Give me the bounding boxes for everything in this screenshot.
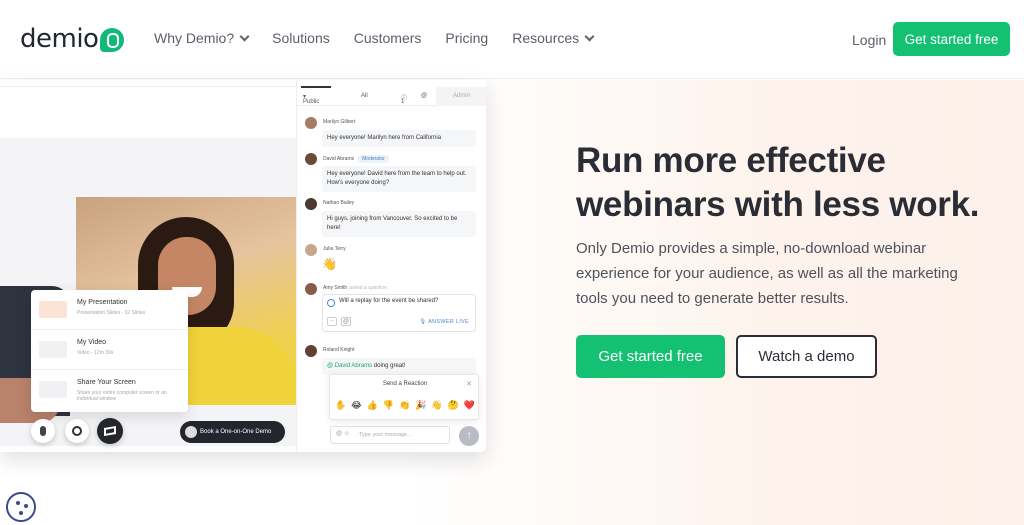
logo-text: demio xyxy=(20,24,99,54)
nav-get-started-button[interactable]: Get started free xyxy=(893,22,1010,56)
avatar-icon xyxy=(185,426,197,438)
login-link[interactable]: Login xyxy=(852,32,886,48)
share-desc: Share your entire computer screen or an … xyxy=(77,390,167,402)
share-menu: My Presentation Presentation Slides - 32… xyxy=(31,290,188,412)
avatar xyxy=(305,244,317,256)
share-video[interactable]: My Video Video - 12m 39s xyxy=(31,330,188,370)
hero-get-started-button[interactable]: Get started free xyxy=(576,335,725,378)
menu-solutions[interactable]: Solutions xyxy=(272,30,330,46)
hero-title: Run more effective webinars with less wo… xyxy=(576,141,980,224)
message-text: Hey everyone! David here from the team t… xyxy=(322,166,476,192)
avatar xyxy=(305,283,317,295)
share-title: My Video xyxy=(77,339,107,346)
question-icon xyxy=(327,299,335,307)
tab-all[interactable]: All xyxy=(361,93,368,99)
mic-button[interactable] xyxy=(31,419,55,443)
moderator-badge: Moderator xyxy=(358,155,389,163)
app-toolbar xyxy=(0,80,296,87)
share-presentation[interactable]: My Presentation Presentation Slides - 32… xyxy=(31,290,188,330)
presentation-thumbnail xyxy=(39,301,67,318)
cookie-settings-icon[interactable] xyxy=(6,492,36,522)
video-thumbnail xyxy=(39,341,67,358)
chevron-down-icon xyxy=(239,31,250,41)
share-title: Share Your Screen xyxy=(77,379,136,386)
main-menu: Why Demio? Solutions Customers Pricing R… xyxy=(154,30,617,46)
avatar xyxy=(305,345,317,357)
share-screen[interactable]: Share Your Screen Share your entire comp… xyxy=(31,370,188,412)
hero-subtitle: Only Demio provides a simple, no-downloa… xyxy=(576,240,958,307)
book-demo-button[interactable]: Book a One-on-One Demo xyxy=(180,421,285,443)
reaction-picker: Send a Reaction ✕ ✋ 😂 👍 👎 👏 🎉 👋 🤔 ❤️ xyxy=(329,374,479,420)
camera-icon xyxy=(72,426,82,436)
close-icon[interactable]: ✕ xyxy=(466,380,472,388)
share-desc: Presentation Slides - 32 Slides xyxy=(77,310,146,316)
mic-icon xyxy=(40,426,46,436)
avatar xyxy=(305,153,317,165)
message-text: Hey everyone! Marilyn here from Californ… xyxy=(322,130,476,147)
menu-customers[interactable]: Customers xyxy=(354,30,422,46)
top-navbar: demio Why Demio? Solutions Customers Pri… xyxy=(0,0,1024,79)
share-title: My Presentation xyxy=(77,299,128,306)
menu-why-demio[interactable]: Why Demio? xyxy=(154,30,250,46)
mention-icon[interactable]: @ xyxy=(341,317,351,326)
input-tools-icons[interactable]: @ ☺ xyxy=(336,431,350,437)
product-screenshot: My Presentation Presentation Slides - 32… xyxy=(0,80,486,452)
menu-pricing[interactable]: Pricing xyxy=(445,30,488,46)
active-tab-indicator xyxy=(301,86,331,88)
reaction-emoji[interactable]: ✋ xyxy=(335,400,346,411)
reaction-emoji[interactable]: 🎉 xyxy=(415,400,426,411)
watch-demo-button[interactable]: Watch a demo xyxy=(736,335,877,378)
avatar xyxy=(305,198,317,210)
monitor-icon xyxy=(39,381,67,398)
screen-share-icon xyxy=(104,425,116,437)
reaction-emoji[interactable]: 🤔 xyxy=(448,400,459,411)
answer-live-button[interactable]: 🎙 ANSWER LIVE xyxy=(419,319,469,325)
mention-tab[interactable]: @ xyxy=(421,93,427,99)
camera-button[interactable] xyxy=(65,419,89,443)
chat-panel: Public ▾ All 1 ⓘ @ Admin Marilyn Gilbert… xyxy=(296,80,486,452)
reaction-emoji[interactable]: 😂 xyxy=(351,400,362,411)
message-text: @ David Abrams doing great! xyxy=(322,358,476,375)
screen-share-button[interactable] xyxy=(97,418,123,444)
question-card: Will a replay for the event be shared? ·… xyxy=(322,294,476,332)
more-icon[interactable]: ··· xyxy=(327,317,337,326)
book-demo-label: Book a One-on-One Demo xyxy=(200,429,272,435)
chat-tabs: Public ▾ All 1 ⓘ @ Admin xyxy=(297,86,486,106)
tab-admin[interactable]: Admin xyxy=(436,87,486,106)
share-desc: Video - 12m 39s xyxy=(77,350,114,356)
reaction-emoji[interactable]: 👍 xyxy=(367,400,378,411)
reaction-emoji[interactable]: 👋 xyxy=(431,400,442,411)
reaction-emoji[interactable]: 👏 xyxy=(399,400,410,411)
reaction-list: ✋ 😂 👍 👎 👏 🎉 👋 🤔 ❤️ xyxy=(335,400,475,411)
chevron-down-icon xyxy=(584,31,595,41)
send-button[interactable]: ↑ xyxy=(459,426,479,446)
demio-logo[interactable]: demio xyxy=(20,24,125,54)
chat-message-input[interactable]: @ ☺ Type your message... xyxy=(330,426,450,444)
reaction-emoji[interactable]: 👎 xyxy=(383,400,394,411)
logo-mic-icon xyxy=(100,28,125,52)
tab-questions[interactable]: 1 ⓘ xyxy=(401,93,407,105)
tab-public[interactable]: Public ▾ xyxy=(303,93,319,105)
menu-resources[interactable]: Resources xyxy=(512,30,595,46)
message-text: Hi guys, joining from Vancouver. So exci… xyxy=(322,211,476,237)
avatar xyxy=(305,117,317,129)
wave-emoji: 👋 xyxy=(322,257,337,271)
reaction-emoji[interactable]: ❤️ xyxy=(464,400,475,411)
